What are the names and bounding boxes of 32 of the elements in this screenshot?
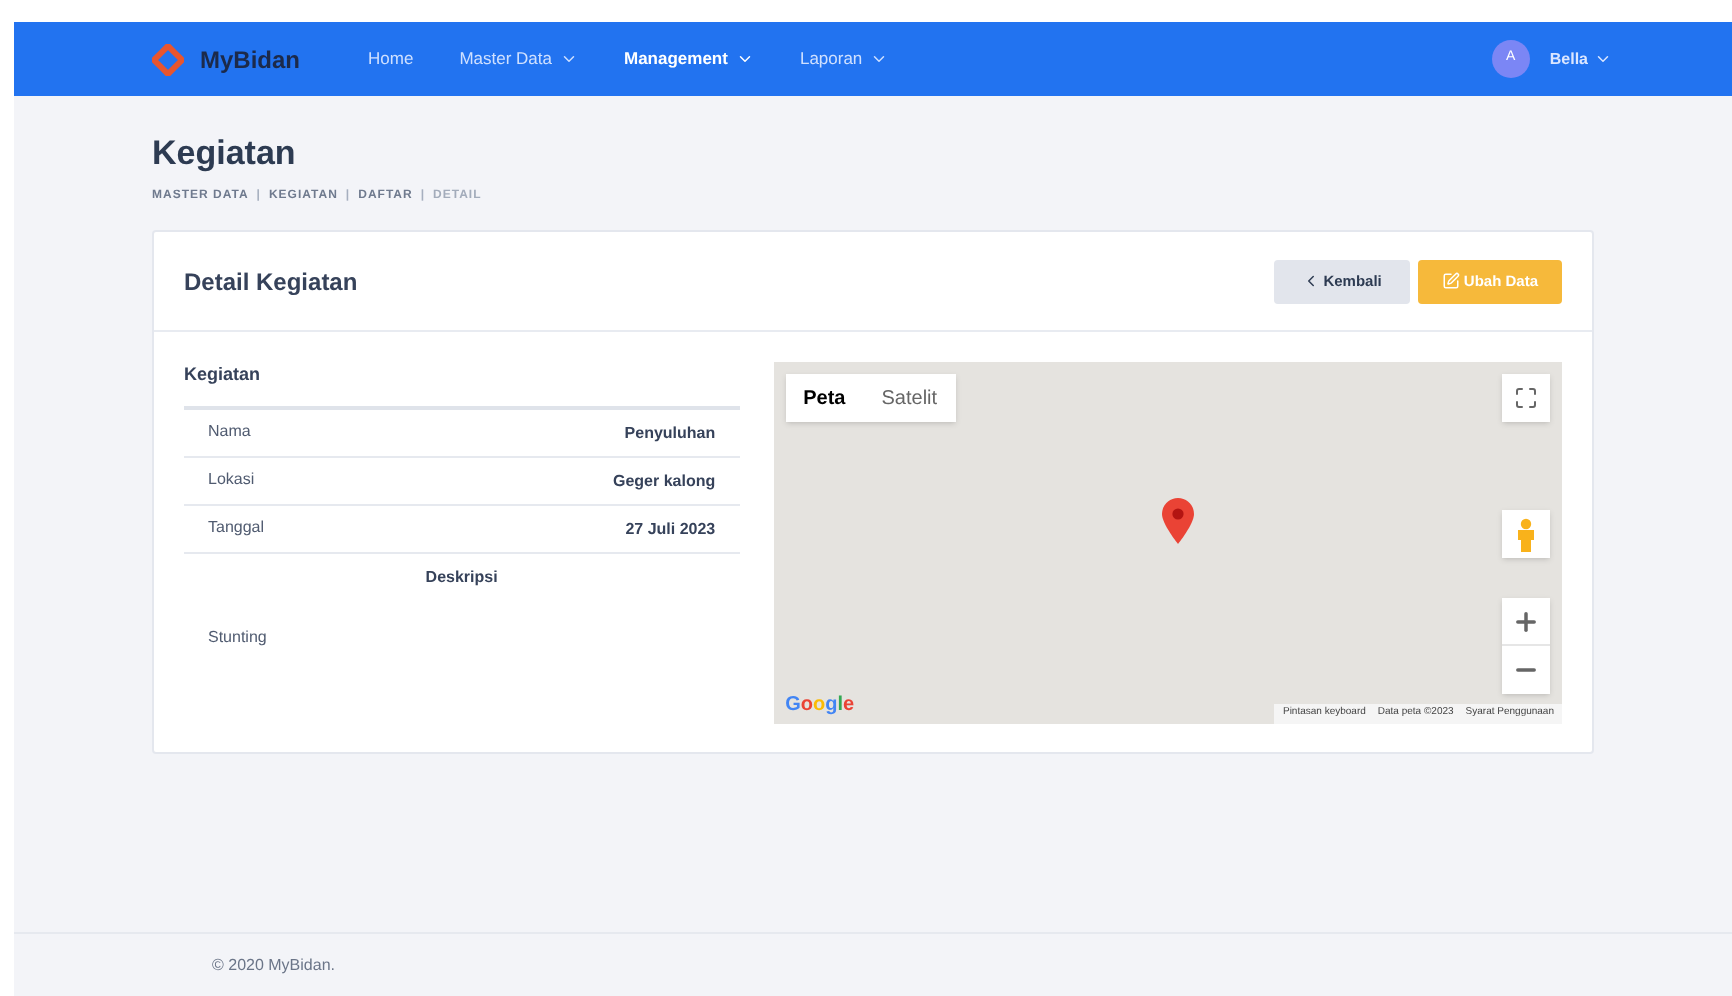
footer-text: © 2020 MyBidan.: [212, 953, 335, 977]
field-label: Nama: [208, 419, 251, 443]
nav-menu-item[interactable]: Home: [368, 46, 414, 72]
field-value: 27 Juli 2023: [625, 517, 716, 541]
plus-icon: [1512, 607, 1540, 635]
description-text: Stunting: [206, 625, 269, 649]
nav-menu-item[interactable]: Master Data: [459, 46, 578, 72]
section-title: Kegiatan: [184, 362, 740, 409]
field-label: Tanggal: [208, 515, 265, 540]
person-icon: [1516, 517, 1536, 551]
page-title: Kegiatan: [152, 132, 298, 176]
chevron-down-icon: [1594, 50, 1612, 68]
field-value: Geger kalong: [613, 469, 716, 493]
brand-name: MyBidan: [200, 43, 301, 77]
description-title: Deskripsi: [423, 565, 500, 589]
nav-menu-item[interactable]: Management: [624, 46, 754, 72]
fullscreen-icon: [1514, 386, 1538, 410]
fullscreen-button[interactable]: [1502, 374, 1550, 422]
field-label: Lokasi: [208, 467, 255, 491]
user-menu[interactable]: Bella: [1549, 47, 1612, 71]
edit-icon: [1441, 272, 1460, 290]
nav-menu-item[interactable]: Laporan: [799, 46, 889, 72]
chevron-down-icon: [735, 50, 754, 68]
field-value: Penyuluhan: [624, 421, 716, 445]
map-type-tab[interactable]: Satelit: [863, 374, 956, 422]
map-logo: Google: [785, 692, 855, 720]
card-title: Detail Kegiatan: [184, 265, 358, 299]
chevron-down-icon: [560, 50, 578, 68]
map-pin-icon: [1161, 498, 1194, 544]
map-type-tab[interactable]: Peta: [785, 374, 864, 422]
logo-icon: [152, 43, 184, 75]
chevron-down-icon: [870, 50, 889, 68]
